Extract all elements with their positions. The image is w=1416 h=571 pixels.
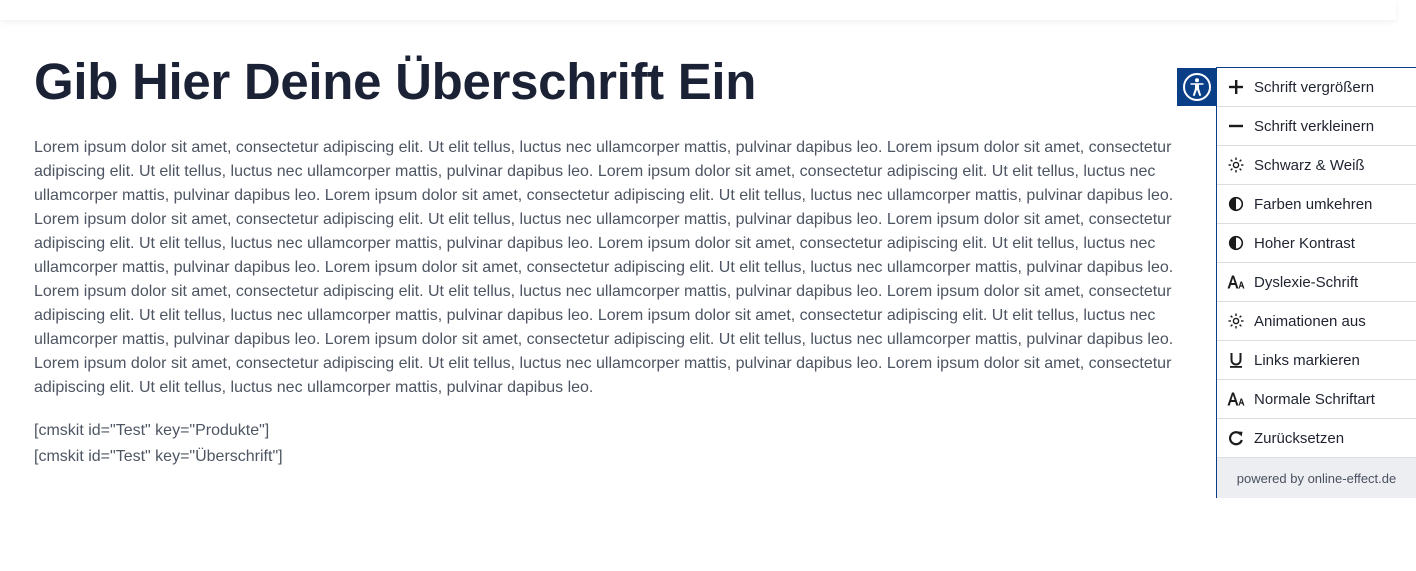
menu-item-label: Dyslexie-Schrift (1254, 273, 1359, 291)
menu-item-label: Farben umkehren (1254, 195, 1373, 213)
menu-item-highlight-links[interactable]: Links markieren (1217, 341, 1416, 380)
menu-item-reset[interactable]: Zurücksetzen (1217, 419, 1416, 458)
minus-icon (1227, 117, 1245, 135)
shortcode-line: [cmskit id="Test" key="Überschrift"] (34, 448, 283, 465)
accessibility-panel: Schrift vergrößern Schrift verkleinern S… (1216, 67, 1416, 498)
menu-item-label: Zurücksetzen (1254, 429, 1345, 447)
menu-item-black-white[interactable]: Schwarz & Weiß (1217, 146, 1416, 185)
accessibility-toggle-button[interactable] (1177, 68, 1216, 106)
menu-item-normal-font[interactable]: Normale Schriftart (1217, 380, 1416, 419)
reset-icon (1227, 429, 1245, 447)
menu-item-animations-off[interactable]: Animationen aus (1217, 302, 1416, 341)
top-header-bar (0, 0, 1396, 20)
menu-item-increase-font[interactable]: Schrift vergrößern (1217, 68, 1416, 107)
menu-item-label: Schwarz & Weiß (1254, 156, 1365, 174)
font-icon (1227, 390, 1245, 408)
shortcode-list: [cmskit id="Test" key="Produkte"] [cmski… (34, 418, 1176, 470)
menu-item-high-contrast[interactable]: Hoher Kontrast (1217, 224, 1416, 263)
sun-icon (1227, 156, 1245, 174)
body-paragraph: Lorem ipsum dolor sit amet, consectetur … (34, 139, 1174, 396)
plus-icon (1227, 78, 1245, 96)
shortcode-line: [cmskit id="Test" key="Produkte"] (34, 422, 270, 439)
menu-item-dyslexia-font[interactable]: Dyslexie-Schrift (1217, 263, 1416, 302)
accessibility-person-icon (1182, 73, 1211, 101)
menu-item-label: Normale Schriftart (1254, 390, 1375, 408)
menu-item-invert-colors[interactable]: Farben umkehren (1217, 185, 1416, 224)
half-circle-icon (1227, 234, 1245, 252)
main-content: Gib Hier Deine Überschrift Ein Lorem ips… (34, 52, 1176, 470)
page-title: Gib Hier Deine Überschrift Ein (34, 53, 757, 110)
font-icon (1227, 273, 1245, 291)
menu-item-label: Animationen aus (1254, 312, 1366, 330)
menu-item-label: Hoher Kontrast (1254, 234, 1355, 252)
menu-item-label: Schrift verkleinern (1254, 117, 1375, 135)
menu-item-label: Links markieren (1254, 351, 1360, 369)
menu-item-label: Schrift vergrößern (1254, 78, 1375, 96)
powered-by-link[interactable]: powered by online-effect.de (1217, 458, 1416, 498)
menu-item-decrease-font[interactable]: Schrift verkleinern (1217, 107, 1416, 146)
sun-icon (1227, 312, 1245, 330)
half-circle-icon (1227, 195, 1245, 213)
underline-icon (1227, 351, 1245, 369)
